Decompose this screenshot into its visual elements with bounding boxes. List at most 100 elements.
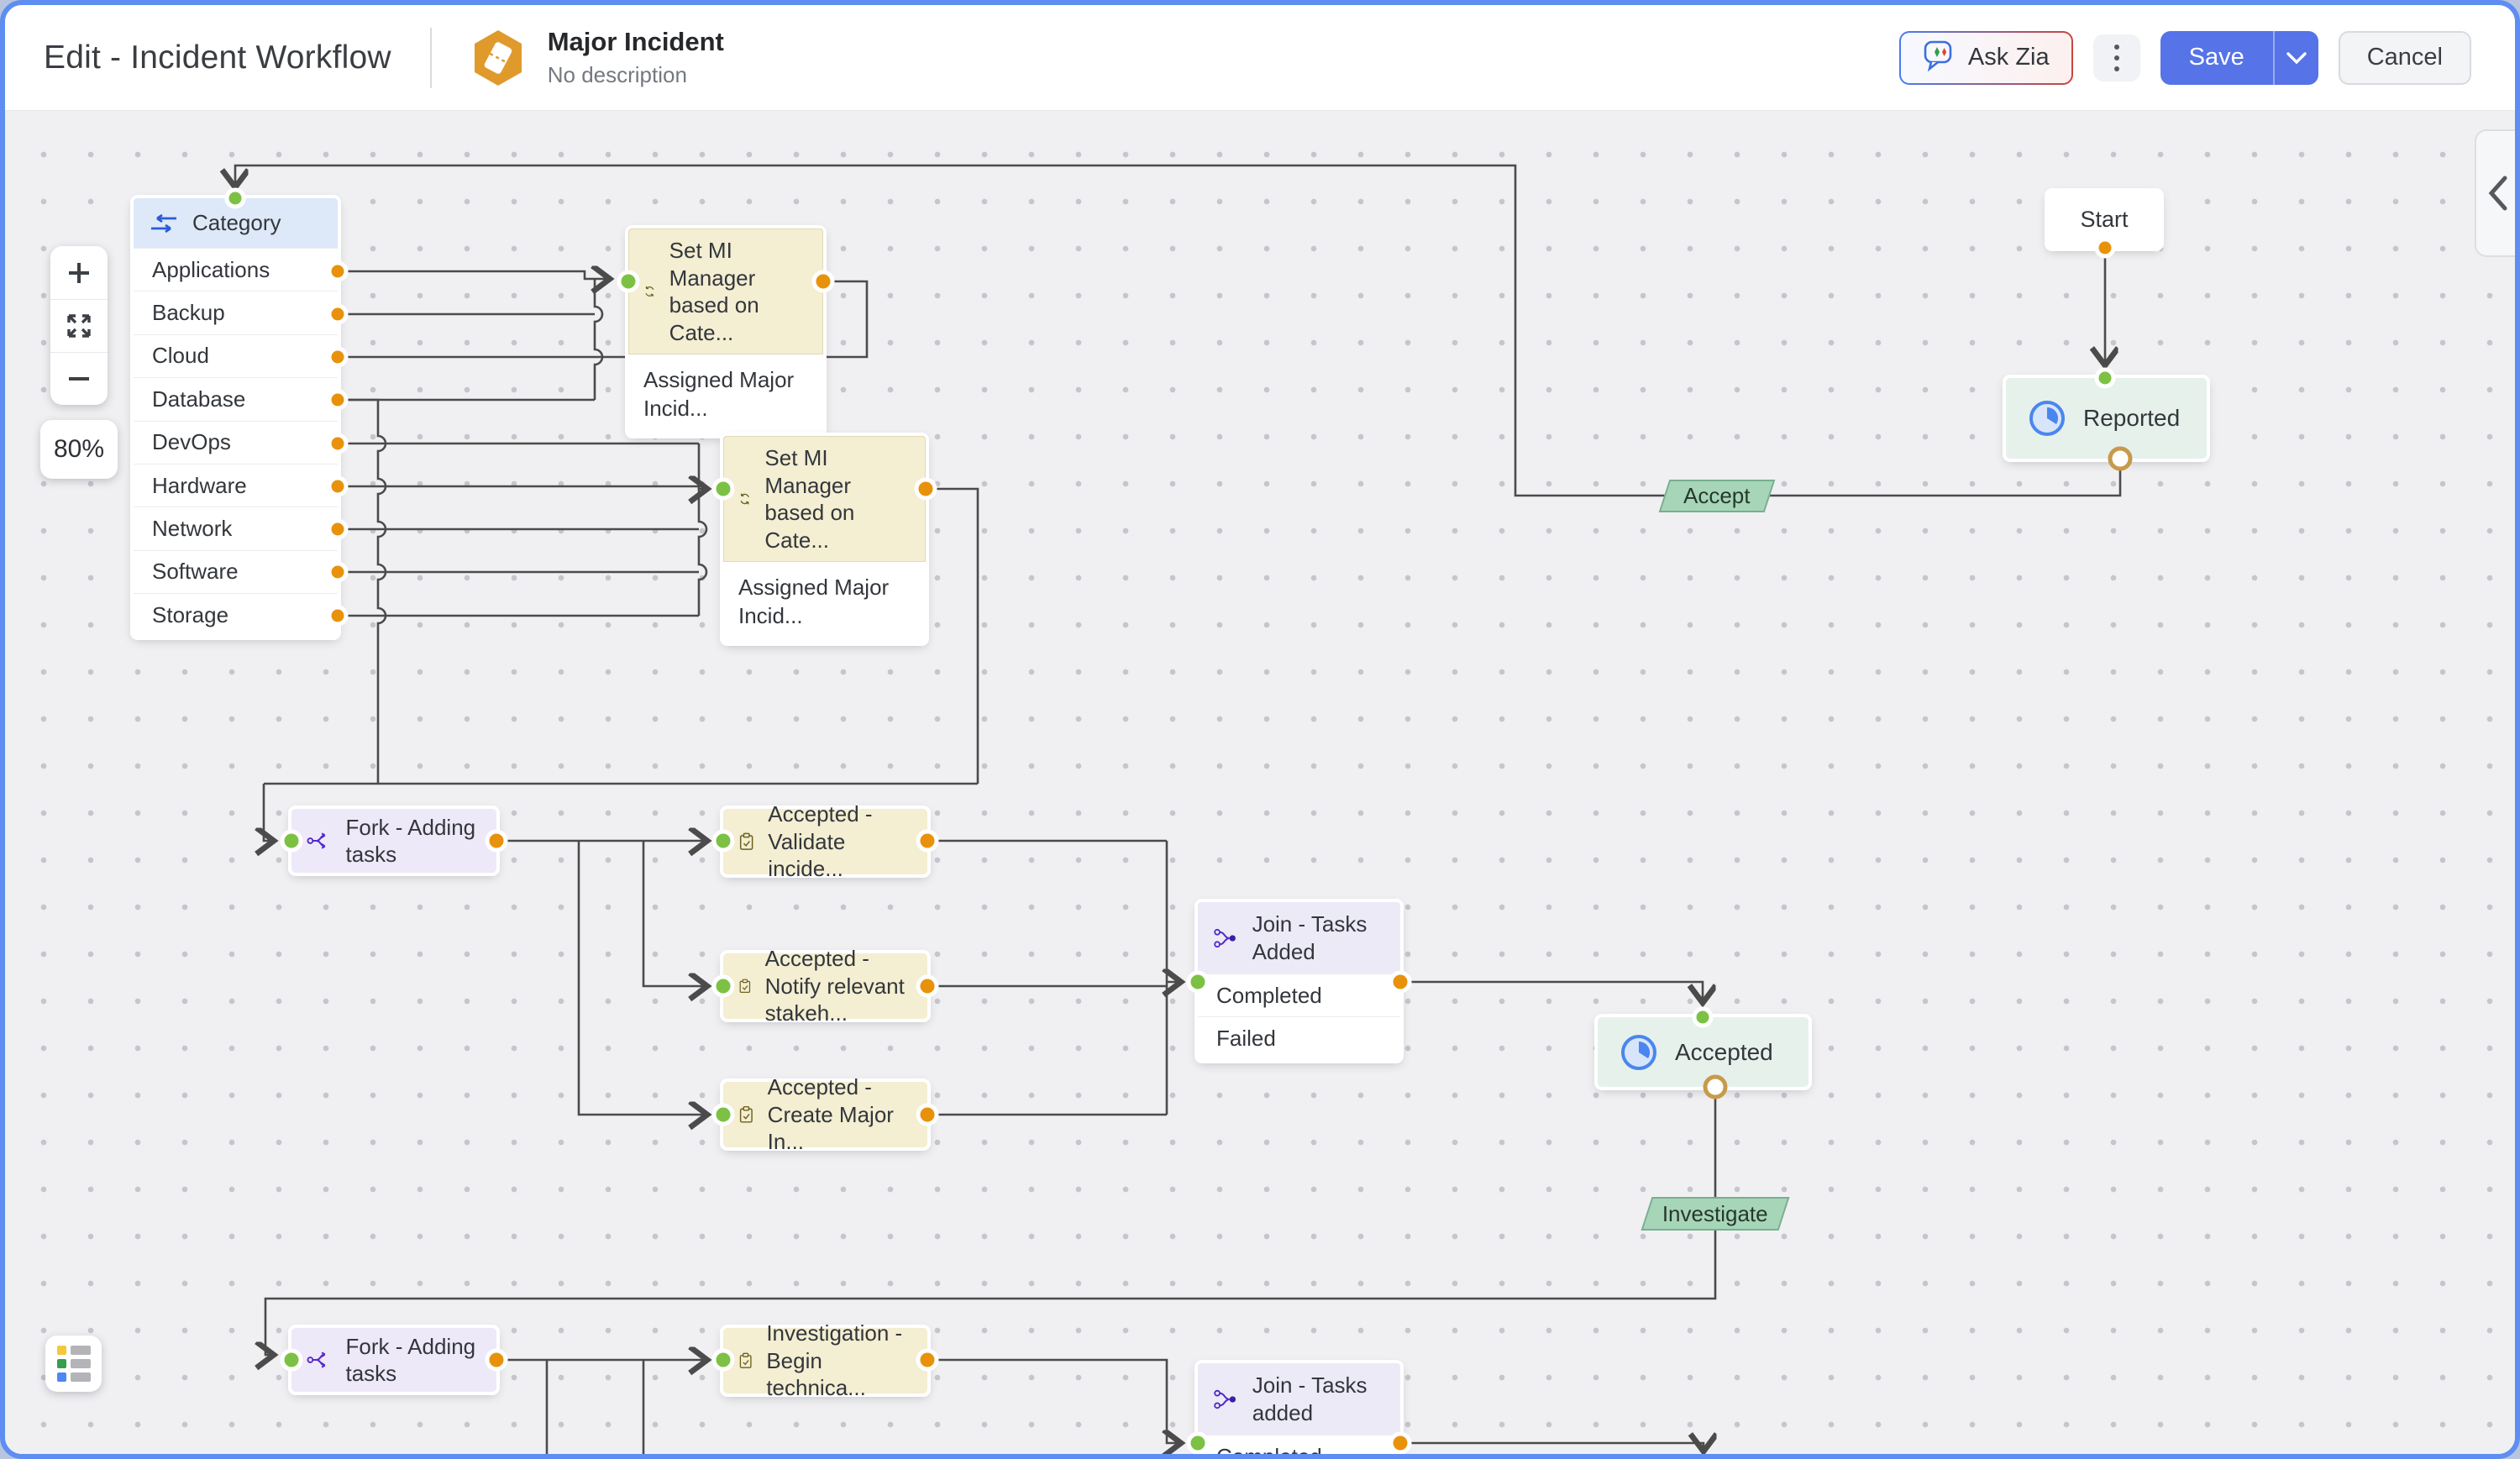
port-out-software[interactable] bbox=[329, 564, 346, 580]
port-in-investigation[interactable] bbox=[714, 1351, 732, 1369]
wire-investigation-join2[interactable] bbox=[927, 1360, 1181, 1443]
port-in-join2[interactable] bbox=[1189, 1434, 1207, 1452]
wire-join1-accepted[interactable] bbox=[1400, 982, 1703, 1003]
node-join-tasks-2[interactable]: Join - Tasks added Completed bbox=[1198, 1363, 1400, 1459]
port-out-network[interactable] bbox=[329, 521, 346, 538]
join-outcome-failed[interactable]: Failed bbox=[1198, 1016, 1400, 1060]
legend-icon bbox=[57, 1346, 91, 1382]
field-update-icon bbox=[643, 277, 656, 306]
port-in-category[interactable] bbox=[227, 190, 244, 207]
page-title: Edit - Incident Workflow bbox=[44, 39, 391, 76]
node-set-mi-manager-2[interactable]: Set MI Manager based on Cate... Assigned… bbox=[723, 436, 926, 643]
port-in-setmi1[interactable] bbox=[619, 272, 638, 291]
port-in-join1[interactable] bbox=[1189, 973, 1207, 991]
node-task-create[interactable]: Accepted - Create Major In... bbox=[723, 1082, 927, 1147]
more-options-button[interactable] bbox=[2093, 34, 2140, 81]
save-button[interactable]: Save bbox=[2160, 31, 2273, 85]
wire-into-fork1[interactable] bbox=[264, 784, 274, 841]
fit-to-screen-button[interactable] bbox=[50, 299, 108, 352]
category-row-hardware[interactable]: Hardware bbox=[134, 464, 338, 506]
zoom-in-button[interactable] bbox=[50, 246, 108, 299]
fork-icon bbox=[307, 826, 332, 856]
node-task-notify[interactable]: Accepted - Notify relevant stakeh... bbox=[723, 953, 927, 1019]
node-title: Join - Tasks Added bbox=[1252, 911, 1385, 965]
collapse-panel-tab[interactable] bbox=[2475, 129, 2515, 257]
node-task-validate[interactable]: Accepted - Validate incide... bbox=[723, 809, 927, 874]
port-ring-accepted[interactable] bbox=[1705, 1077, 1725, 1097]
port-out-join1-completed[interactable] bbox=[1391, 973, 1410, 991]
node-category[interactable]: Category Applications Backup Cloud Datab… bbox=[134, 198, 338, 637]
port-in-fork2[interactable] bbox=[282, 1351, 301, 1369]
port-out-setmi1[interactable] bbox=[814, 272, 832, 291]
node-set-mi-manager-1[interactable]: Set MI Manager based on Cate... Assigned… bbox=[628, 228, 823, 435]
node-title: Fork - Adding tasks bbox=[345, 1333, 481, 1388]
port-in-setmi2[interactable] bbox=[714, 480, 732, 498]
zoom-out-button[interactable] bbox=[50, 352, 108, 405]
node-status-row[interactable]: Assigned Major Incid... bbox=[628, 354, 823, 435]
port-out-notify[interactable] bbox=[918, 977, 937, 995]
port-in-fork1[interactable] bbox=[282, 832, 301, 850]
join-outcome-completed[interactable]: Completed bbox=[1198, 974, 1400, 1016]
wire-database-branch[interactable] bbox=[338, 400, 386, 784]
cancel-button[interactable]: Cancel bbox=[2339, 31, 2471, 85]
port-out-database[interactable] bbox=[329, 391, 346, 408]
port-in-create[interactable] bbox=[714, 1105, 732, 1124]
wire-bus-2[interactable] bbox=[699, 443, 706, 616]
node-title: Set MI Manager based on Cate... bbox=[669, 237, 808, 346]
category-row-database[interactable]: Database bbox=[134, 377, 338, 420]
zoom-toolbar bbox=[50, 246, 108, 405]
category-row-software[interactable]: Software bbox=[134, 550, 338, 593]
port-in-accepted[interactable] bbox=[1694, 1009, 1711, 1026]
port-out-applications[interactable] bbox=[329, 263, 346, 280]
zoom-level-indicator[interactable]: 80% bbox=[40, 420, 118, 479]
ask-zia-button[interactable]: Ask Zia bbox=[1899, 31, 2073, 85]
category-row-storage[interactable]: Storage bbox=[134, 593, 338, 636]
save-dropdown-button[interactable] bbox=[2273, 31, 2318, 85]
node-title: Investigation - Begin technica... bbox=[766, 1320, 912, 1402]
port-in-reported[interactable] bbox=[2097, 370, 2113, 386]
wire-accepted-investigate-fork2[interactable] bbox=[265, 1087, 1715, 1355]
port-out-create[interactable] bbox=[918, 1105, 937, 1124]
port-out-setmi2[interactable] bbox=[916, 480, 935, 498]
status-pie-icon bbox=[1620, 1033, 1658, 1072]
transition-accept[interactable]: Accept bbox=[1659, 480, 1776, 512]
wire-fork1-notify[interactable] bbox=[643, 841, 707, 986]
port-out-fork1[interactable] bbox=[487, 832, 506, 850]
node-reported[interactable]: Reported bbox=[2006, 378, 2207, 459]
port-out-start[interactable] bbox=[2097, 239, 2113, 256]
category-row-backup[interactable]: Backup bbox=[134, 291, 338, 333]
category-row-applications[interactable]: Applications bbox=[134, 248, 338, 291]
wire-reported-accept-category[interactable] bbox=[235, 165, 2120, 496]
legend-button[interactable] bbox=[45, 1336, 102, 1392]
transition-investigate[interactable]: Investigate bbox=[1641, 1197, 1790, 1231]
category-row-network[interactable]: Network bbox=[134, 506, 338, 549]
category-row-cloud[interactable]: Cloud bbox=[134, 334, 338, 377]
port-out-backup[interactable] bbox=[329, 306, 346, 323]
task-clipboard-icon bbox=[738, 1098, 754, 1131]
port-in-validate[interactable] bbox=[714, 832, 732, 850]
node-join-tasks-1[interactable]: Join - Tasks Added Completed Failed bbox=[1198, 902, 1400, 1060]
workflow-canvas[interactable]: Category Applications Backup Cloud Datab… bbox=[5, 111, 2515, 1459]
port-out-cloud[interactable] bbox=[329, 349, 346, 365]
minus-icon bbox=[66, 366, 92, 391]
node-status-row[interactable]: Assigned Major Incid... bbox=[723, 562, 926, 643]
port-out-hardware[interactable] bbox=[329, 478, 346, 495]
port-out-validate[interactable] bbox=[918, 832, 937, 850]
wire-bus-1[interactable] bbox=[595, 279, 602, 400]
wire-setmi2-out[interactable] bbox=[926, 489, 978, 784]
port-out-join2-completed[interactable] bbox=[1391, 1434, 1410, 1452]
node-fork-tasks-2[interactable]: Fork - Adding tasks bbox=[291, 1328, 496, 1392]
join-outcome-completed[interactable]: Completed bbox=[1198, 1435, 1400, 1459]
wire-hardware[interactable] bbox=[338, 486, 707, 489]
node-fork-tasks-1[interactable]: Fork - Adding tasks bbox=[291, 809, 496, 873]
port-out-storage[interactable] bbox=[329, 607, 346, 624]
port-out-fork2[interactable] bbox=[487, 1351, 506, 1369]
port-in-notify[interactable] bbox=[714, 977, 732, 995]
category-row-devops[interactable]: DevOps bbox=[134, 421, 338, 464]
port-out-devops[interactable] bbox=[329, 435, 346, 452]
node-task-investigation[interactable]: Investigation - Begin technica... bbox=[723, 1328, 927, 1393]
wire-join2-out[interactable] bbox=[1400, 1443, 1704, 1451]
port-out-investigation[interactable] bbox=[918, 1351, 937, 1369]
wire-applications[interactable] bbox=[338, 271, 610, 279]
port-ring-reported[interactable] bbox=[2110, 449, 2130, 469]
